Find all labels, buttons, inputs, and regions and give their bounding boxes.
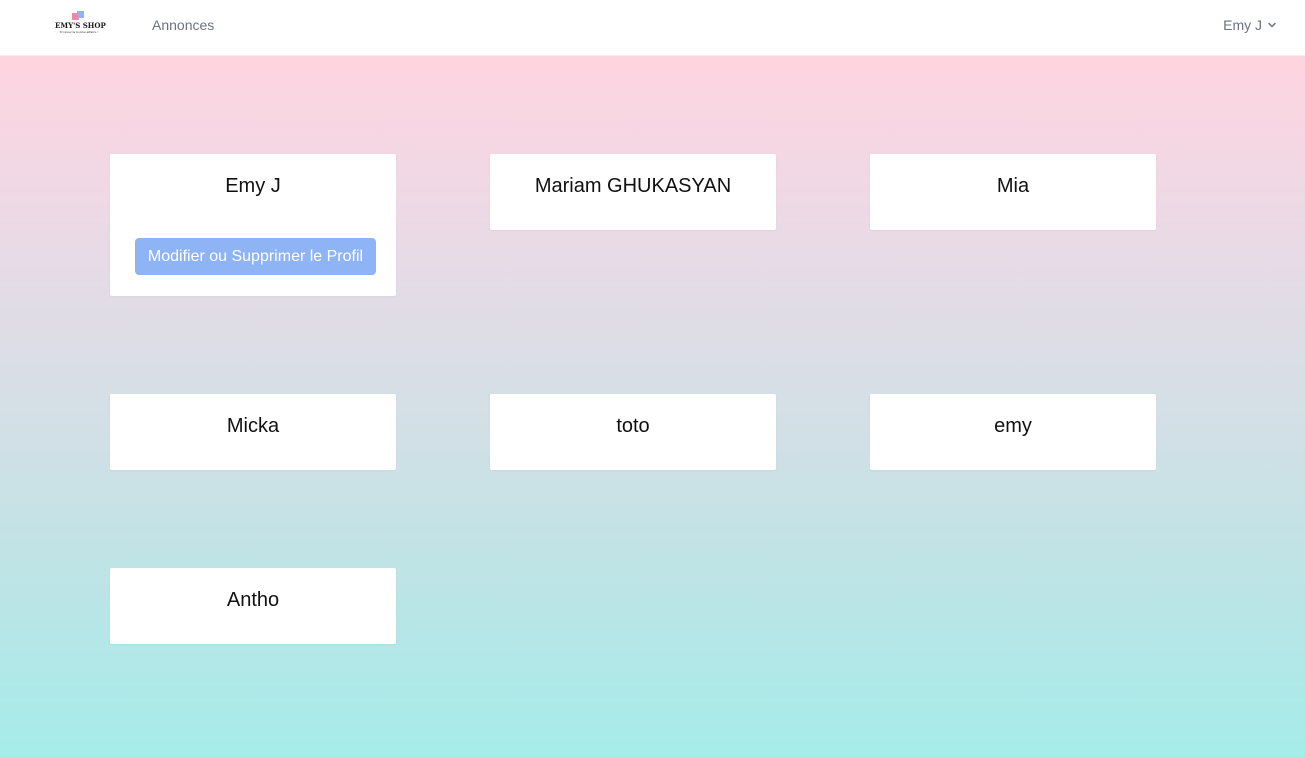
shop-logo[interactable]: EMY'S SHOP Trouvez la bonne affaire ! [55,11,106,37]
profile-card: Micka [110,394,396,470]
edit-delete-profile-button[interactable]: Modifier ou Supprimer le Profil [135,238,376,275]
profile-name: Micka [226,415,280,437]
user-menu-name: Emy J [1223,17,1262,33]
profile-name: toto [616,415,650,437]
profile-name: Antho [226,589,280,611]
top-navbar: EMY'S SHOP Trouvez la bonne affaire ! An… [0,0,1305,56]
nav-link-annonces[interactable]: Annonces [152,16,214,34]
profile-name: Emy J [225,175,281,197]
profile-card: Emy J Modifier ou Supprimer le Profil [110,154,396,296]
profile-name: Mariam GHUKASYAN [534,175,732,197]
profile-card: Mia [870,154,1156,230]
profile-card: emy [870,394,1156,470]
profile-card: toto [490,394,776,470]
profile-name: Mia [996,175,1030,197]
shopping-bag-icon [72,11,84,20]
user-menu-dropdown[interactable]: Emy J [1223,15,1277,35]
logo-tagline: Trouvez la bonne affaire ! [59,30,99,34]
logo-title: EMY'S SHOP [55,21,106,30]
profile-name: emy [994,415,1032,437]
profile-card: Mariam GHUKASYAN [490,154,776,230]
profiles-grid: Emy J Modifier ou Supprimer le Profil Ma… [0,56,1305,757]
chevron-down-icon [1268,22,1276,28]
profile-card: Antho [110,568,396,644]
